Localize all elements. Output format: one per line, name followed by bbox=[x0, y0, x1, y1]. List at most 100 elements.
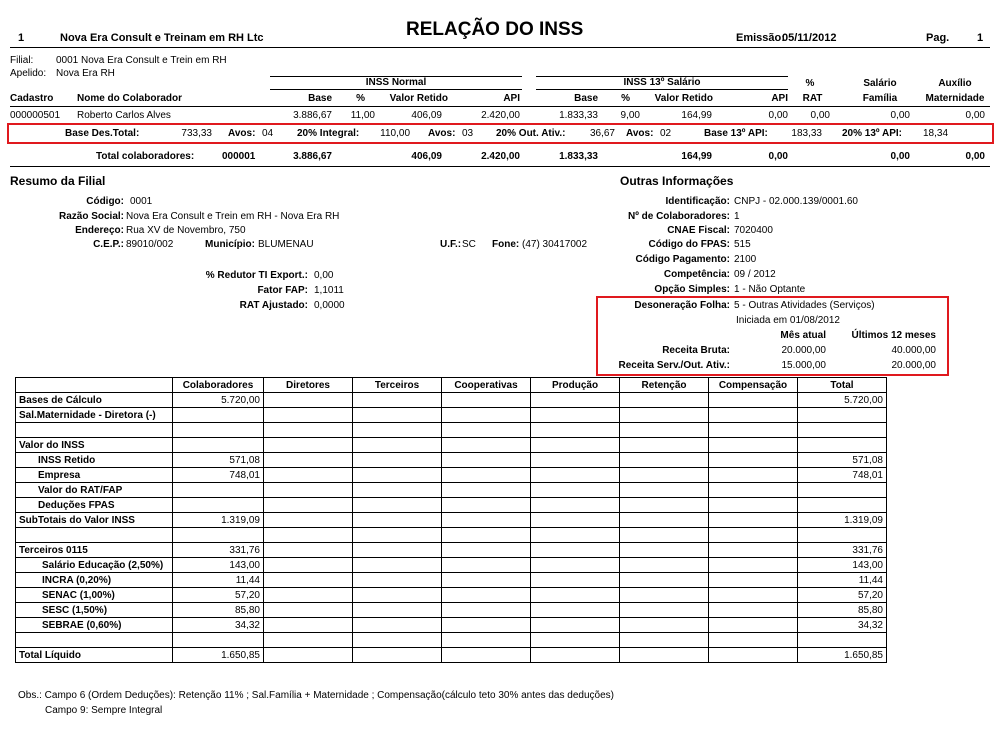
company-name: Nova Era Consult e Treinam em RH Ltc bbox=[60, 32, 264, 44]
grid-row-label: SEBRAE (0,60%) bbox=[15, 617, 173, 633]
grid-cell-total: 1.319,09 bbox=[797, 512, 887, 528]
identificacao-label: Identificação: bbox=[665, 196, 730, 207]
grid-cell-empty bbox=[441, 542, 531, 558]
grid-cell-empty bbox=[530, 632, 620, 648]
grid-cell-empty bbox=[441, 617, 531, 633]
grid-row-label: Salário Educação (2,50%) bbox=[15, 557, 173, 573]
grid-cell-empty bbox=[263, 482, 353, 498]
grid-cell-colaboradores: 1.650,85 bbox=[172, 647, 264, 663]
grid-cell-empty bbox=[530, 587, 620, 603]
avos2-value: 03 bbox=[462, 128, 474, 139]
grid-cell-colaboradores: 11,44 bbox=[172, 572, 264, 588]
columns-rule bbox=[10, 106, 990, 107]
obs-line-1: Obs.: Campo 6 (Ordem Deduções): Retenção… bbox=[18, 690, 614, 701]
grid-cell-empty bbox=[441, 557, 531, 573]
col-pct13: % bbox=[621, 93, 630, 104]
table-row bbox=[15, 527, 887, 543]
grid-cell-empty bbox=[352, 512, 442, 528]
base13-api-value: 183,33 bbox=[791, 128, 822, 139]
table-row: Sal.Maternidade - Diretora (-) bbox=[15, 407, 887, 423]
receita-bruta-12: 40.000,00 bbox=[891, 345, 937, 356]
competencia-value: 09 / 2012 bbox=[734, 269, 776, 280]
grid-cell-empty bbox=[263, 632, 353, 648]
grid-cell-empty bbox=[441, 467, 531, 483]
row-cadastro: 000000501 bbox=[10, 110, 61, 121]
grid-cell-empty bbox=[441, 482, 531, 498]
grid-cell-empty bbox=[352, 632, 442, 648]
ncolab-label: Nº de Colaboradores: bbox=[627, 211, 730, 222]
grid-cell-empty bbox=[530, 422, 620, 438]
grid-cell-empty bbox=[530, 437, 620, 453]
grid-row-label: SENAC (1,00%) bbox=[15, 587, 173, 603]
ncolab-value: 1 bbox=[734, 211, 740, 222]
grid-cell-colaboradores bbox=[172, 407, 264, 423]
grid-cell-empty bbox=[708, 512, 798, 528]
grid-cell-colaboradores: 748,01 bbox=[172, 467, 264, 483]
desoneracao-label: Desoneração Folha: bbox=[634, 300, 730, 311]
grid-cell-colaboradores: 1.319,09 bbox=[172, 512, 264, 528]
grid-cell-empty bbox=[708, 482, 798, 498]
filial-value: 0001 Nova Era Consult e Trein em RH bbox=[56, 55, 227, 66]
grid-cell-empty bbox=[708, 392, 798, 408]
grid-header-8: Total bbox=[797, 377, 887, 393]
grid-header-row: Colaboradores Diretores Terceiros Cooperati… bbox=[15, 377, 887, 393]
row-valor-retido: 406,09 bbox=[411, 110, 442, 121]
grid-cell-empty bbox=[530, 602, 620, 618]
grid-cell-empty bbox=[352, 647, 442, 663]
ultimos-12-header: Últimos 12 meses bbox=[851, 330, 937, 341]
total-colab-label: Total colaboradores: bbox=[96, 151, 195, 162]
total-colab-count: 000001 bbox=[222, 151, 256, 162]
grid-cell-empty bbox=[530, 572, 620, 588]
grid-cell-empty bbox=[352, 572, 442, 588]
grid-cell-empty bbox=[619, 497, 709, 513]
row-valor-retido13: 164,99 bbox=[681, 110, 712, 121]
grid-cell-empty bbox=[441, 632, 531, 648]
grid-cell-empty bbox=[352, 452, 442, 468]
grid-cell-total bbox=[797, 482, 887, 498]
fap-value: 1,1011 bbox=[314, 285, 344, 296]
grid-cell-empty bbox=[619, 452, 709, 468]
grid-cell-empty bbox=[530, 647, 620, 663]
grid-cell-empty bbox=[619, 542, 709, 558]
grid-cell-total: 34,32 bbox=[797, 617, 887, 633]
grid-cell-empty bbox=[619, 407, 709, 423]
grid-cell-total: 571,08 bbox=[797, 452, 887, 468]
opcao-simples-value: 1 - Não Optante bbox=[734, 284, 806, 295]
grid-cell-empty bbox=[352, 557, 442, 573]
filial-label: Filial: bbox=[10, 55, 34, 66]
col-valor-retido13: Valor Retido bbox=[654, 93, 713, 104]
table-row bbox=[15, 632, 887, 648]
grid-cell-empty bbox=[530, 512, 620, 528]
table-row bbox=[15, 422, 887, 438]
grid-cell-empty bbox=[263, 602, 353, 618]
grid-cell-empty bbox=[263, 542, 353, 558]
grid-cell-empty bbox=[441, 512, 531, 528]
avos3-value: 02 bbox=[660, 128, 672, 139]
grid-cell-empty bbox=[619, 587, 709, 603]
desoneracao-value: 5 - Outras Atividades (Serviços) bbox=[734, 300, 875, 311]
cnae-label: CNAE Fiscal: bbox=[667, 225, 730, 236]
table-row: SENAC (1,00%) 57,20 57,20 bbox=[15, 587, 887, 603]
grid-cell-total bbox=[797, 422, 887, 438]
grid-cell-empty bbox=[263, 407, 353, 423]
col-pct: % bbox=[356, 93, 365, 104]
summary-grid: Colaboradores Diretores Terceiros Cooperati… bbox=[15, 377, 887, 663]
cnae-value: 7020400 bbox=[734, 225, 773, 236]
row-familia: 0,00 bbox=[890, 110, 910, 121]
grid-cell-empty bbox=[619, 467, 709, 483]
grid-cell-empty bbox=[708, 587, 798, 603]
grid-cell-colaboradores bbox=[172, 437, 264, 453]
inss-13-header: INSS 13º Salário bbox=[623, 77, 701, 88]
grid-cell-empty bbox=[263, 497, 353, 513]
pag-number: 1 bbox=[977, 32, 984, 44]
grid-row-label: Valor do RAT/FAP bbox=[15, 482, 173, 498]
outras-title: Outras Informações bbox=[620, 174, 734, 188]
grid-cell-empty bbox=[263, 617, 353, 633]
municipio-label: Município: bbox=[205, 239, 255, 250]
avos1-value: 04 bbox=[262, 128, 274, 139]
avos2-label: Avos: bbox=[428, 128, 456, 139]
grid-cell-empty bbox=[619, 482, 709, 498]
grid-cell-empty bbox=[619, 572, 709, 588]
grid-cell-empty bbox=[708, 497, 798, 513]
cep-label: C.E.P.: bbox=[93, 239, 124, 250]
